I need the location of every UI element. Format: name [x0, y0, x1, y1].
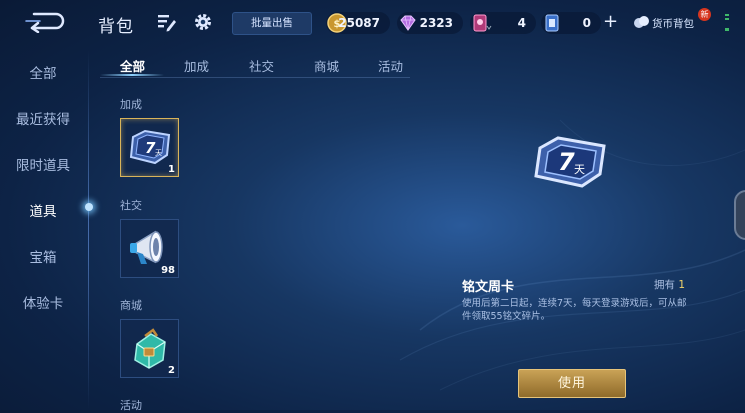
voucher-amount: 4: [517, 16, 526, 30]
side-drawer-handle[interactable]: [734, 190, 745, 240]
owned-number: 1: [678, 279, 686, 291]
sidebar-item-trial-cards[interactable]: 体验卡: [0, 292, 86, 312]
background-swirl: [399, 119, 745, 391]
page-title: 背包: [98, 17, 134, 37]
owned-count: 拥有 1: [654, 277, 685, 292]
currency-bag-button[interactable]: 货币背包: [633, 13, 703, 33]
detail-badge-number: 7: [558, 148, 575, 176]
item-slot-megaphone[interactable]: 98: [120, 219, 179, 278]
tab-all[interactable]: 全部: [120, 56, 145, 75]
gear-icon[interactable]: [193, 12, 213, 32]
sidebar-item-props[interactable]: 道具: [0, 200, 86, 220]
gold-amount: 25087: [338, 16, 380, 30]
diamond-icon: [400, 15, 416, 31]
diamond-currency: 2323: [397, 12, 463, 34]
sidebar-divider: [88, 50, 89, 410]
tab-social[interactable]: 社交: [249, 56, 274, 75]
sidebar-item-recent[interactable]: 最近获得: [0, 108, 86, 128]
ticket-currency: 0: [541, 12, 601, 34]
bulk-sell-button[interactable]: 批量出售: [232, 12, 312, 35]
item-name: 铭文周卡: [462, 280, 515, 295]
currency-bag-icon: [634, 16, 649, 28]
item-count: 2: [168, 365, 175, 376]
tab-divider: [100, 77, 410, 78]
item-slot-rune-week-card[interactable]: 7 天 1: [120, 118, 179, 177]
new-badge: 新: [698, 8, 711, 21]
item-badge-unit: 天: [155, 149, 162, 157]
tab-shop[interactable]: 商城: [314, 56, 339, 75]
tab-boost[interactable]: 加成: [184, 56, 209, 75]
diamond-amount: 2323: [419, 16, 453, 30]
item-count: 98: [161, 265, 175, 276]
sidebar-item-limited[interactable]: 限时道具: [0, 154, 86, 174]
edit-list-icon[interactable]: [156, 12, 176, 32]
tab-event[interactable]: 活动: [378, 56, 403, 75]
rune-week-card-large-icon: 7 天: [534, 136, 606, 188]
top-bar: 背包 批量出售 $ 25087 2323 4 0 + 货币背包 新: [0, 0, 745, 44]
section-label-boost: 加成: [120, 98, 142, 111]
gold-currency: $ 25087: [326, 12, 390, 34]
voucher-icon: [473, 14, 492, 32]
signal-icon: [725, 14, 729, 31]
active-indicator-dot: [85, 203, 93, 211]
use-button[interactable]: 使用: [518, 369, 626, 398]
sidebar: 全部 最近获得 限时道具 道具 宝箱 体验卡: [0, 48, 88, 410]
add-currency-button[interactable]: +: [603, 12, 618, 32]
owned-label: 拥有: [654, 279, 675, 291]
detail-badge-unit: 天: [574, 163, 585, 176]
item-count: 1: [168, 164, 175, 175]
ticket-icon: [545, 14, 559, 32]
item-slot-treasure-chest[interactable]: 2: [120, 319, 179, 378]
item-description: 使用后第二日起，连续7天，每天登录游戏后，可从邮件领取55铭文碎片。: [462, 298, 687, 322]
section-label-social: 社交: [120, 199, 142, 212]
voucher-currency: 4: [470, 12, 536, 34]
tab-active-underline: [100, 74, 164, 76]
sidebar-item-chests[interactable]: 宝箱: [0, 246, 86, 266]
back-arrow-icon[interactable]: [22, 9, 68, 33]
section-label-shop: 商城: [120, 299, 142, 312]
sidebar-item-all[interactable]: 全部: [0, 62, 86, 82]
currency-bag-label: 货币背包: [652, 18, 694, 30]
section-label-event: 活动: [120, 399, 142, 412]
ticket-amount: 0: [582, 16, 591, 30]
